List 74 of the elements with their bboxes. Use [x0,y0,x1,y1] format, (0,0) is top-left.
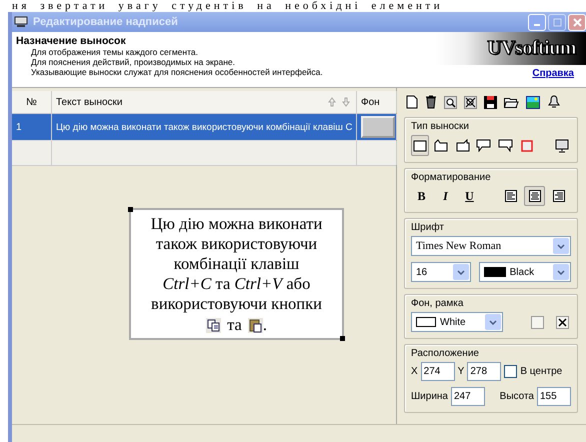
document-text: ня звертати увагу студентів на необхідні елементи [12,0,444,12]
background-swatch [361,116,395,138]
tab-callout-icon [456,139,470,152]
callout-text: та [227,315,242,335]
table-row[interactable]: 1 Цю дію можна виконати також використовуючи комбінації клавіш С [12,114,396,141]
square-frame-icon [520,140,533,152]
group-title: Шрифт [411,222,444,233]
color-swatch [416,317,436,327]
rectangle-icon [413,140,428,152]
monitor-icon [554,138,569,152]
magnifier-cross-icon[interactable] [464,96,477,108]
callout-text: використовуючи кнопки [150,294,323,314]
field-label: Y [458,366,464,377]
align-right-icon [552,190,564,202]
font-dropdown[interactable]: Times New Roman [411,236,571,256]
magnifier-icon[interactable] [444,96,457,108]
description-line: Для отображения темы каждого сегмента. [30,47,199,57]
close-icon [572,18,582,26]
table-cell: 1 [12,114,52,140]
group-title: Расположение [411,348,479,359]
align-left-icon [504,190,516,202]
x-field[interactable]: 274 [420,362,455,381]
table-cell: Цю дію можна виконати також використовуючи комбінації клавіш С [52,114,357,140]
new-document-icon[interactable] [406,95,418,109]
description-line: Для пояснения действий, производимых на экране. [30,57,236,67]
field-label: X [411,366,418,377]
resize-handle[interactable] [340,336,345,341]
speech-bubble-icon [498,139,513,152]
section-heading: Назначение выносок [16,35,127,47]
center-checkbox[interactable] [504,365,518,378]
help-link[interactable]: Справка [532,68,574,79]
height-field[interactable]: 155 [537,387,571,406]
column-header: Фон [361,96,380,108]
checkbox[interactable] [556,316,569,328]
maximize-icon [552,18,562,26]
checkbox[interactable] [531,316,544,328]
align-center-button[interactable] [524,186,545,206]
copy-icon [206,318,222,332]
group-title: Тип выноски [411,121,469,132]
underline-button[interactable]: U [459,186,480,206]
checkbox-label: В центре [520,366,562,377]
y-field[interactable]: 278 [467,362,502,381]
callout-text: . [262,315,267,335]
group-title: Форматирование [411,172,491,183]
app-icon [14,16,28,28]
callout-text: Цю дію можна виконати [150,214,324,234]
group-title: Фон, рамка [411,298,464,309]
align-center-icon [528,190,540,202]
callout-text: також використовуючи [154,234,318,254]
background-dropdown[interactable]: White [411,312,503,332]
size-dropdown[interactable]: 16 [411,262,471,282]
bell-icon[interactable] [547,95,561,109]
field-label: Ширина [411,391,448,402]
trash-icon[interactable] [425,95,437,109]
callout-type-button[interactable] [411,135,430,156]
callout-text: комбінації клавіш [172,254,300,274]
speech-bubble-icon [476,139,492,152]
column-header: Текст выноски [56,96,122,108]
callout-box[interactable]: Цю дію можна виконати також використовуючи комбінації клавіш Ctrl+C та Ctrl+V або використовуючи кнопки та . [129,208,344,340]
paste-icon [248,318,263,332]
color-swatch [484,267,506,277]
description-line: Указывающие выноски служат для пояснения особенностей интерфейса. [30,67,324,77]
field-label: Высота [500,391,534,402]
column-header: № [26,96,37,108]
italic-button[interactable]: I [435,186,456,206]
color-dropdown[interactable]: Black [478,262,571,282]
window-title: Редактирование надписей [33,16,178,28]
folder-icon[interactable] [504,96,519,108]
picture-icon[interactable] [526,96,540,108]
bold-button[interactable]: B [411,186,432,206]
tab-callout-icon [434,139,448,152]
width-field[interactable]: 247 [450,387,485,406]
resize-handle[interactable] [128,207,133,212]
callout-text: Ctrl+C та Ctrl+V або [162,274,312,294]
